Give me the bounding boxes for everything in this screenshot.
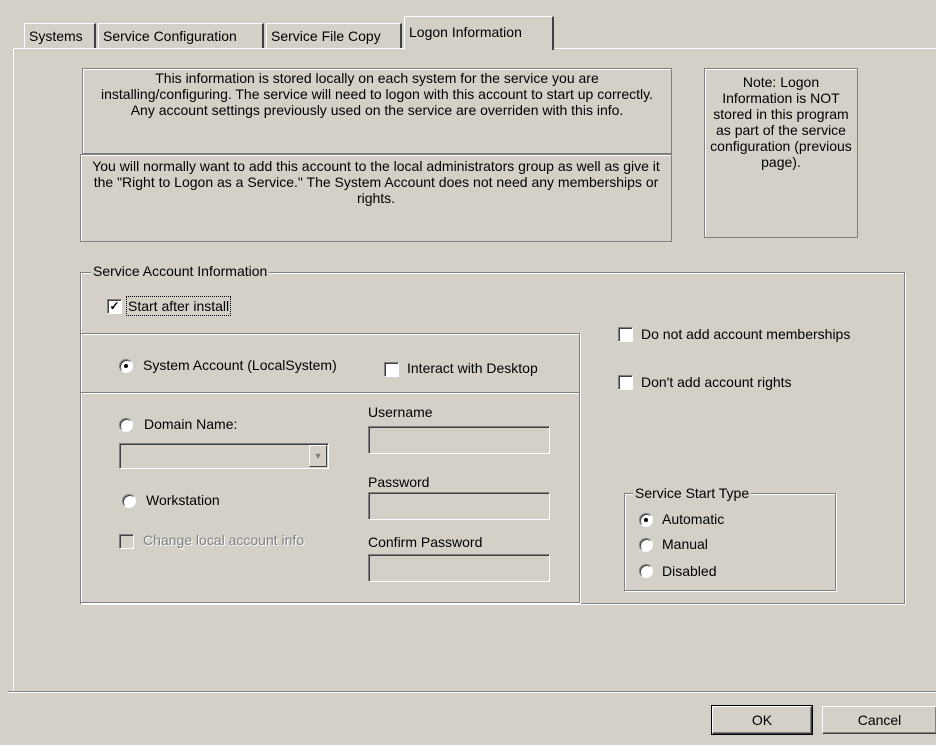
info-admin-group-text: You will normally want to add this accou… (92, 158, 660, 206)
start-type-automatic-radio[interactable] (639, 513, 653, 527)
start-after-install-label[interactable]: Start after install (125, 296, 232, 316)
bottom-separator (8, 691, 936, 693)
domain-name-dropdown[interactable]: ▼ (119, 443, 329, 469)
no-rights-label[interactable]: Don't add account rights (641, 374, 792, 390)
start-type-automatic-label[interactable]: Automatic (662, 511, 724, 527)
confirm-password-field[interactable] (368, 554, 550, 582)
cancel-button[interactable]: Cancel (822, 706, 936, 734)
tab-service-file-copy[interactable]: Service File Copy (266, 23, 402, 49)
domain-name-radio[interactable] (119, 418, 133, 432)
info-admin-group: You will normally want to add this accou… (80, 154, 672, 242)
tab-logon-information[interactable]: Logon Information (404, 16, 554, 50)
interact-desktop-label[interactable]: Interact with Desktop (407, 360, 538, 376)
change-local-checkbox[interactable] (119, 534, 134, 549)
no-rights-checkbox[interactable] (618, 375, 633, 390)
start-type-group (624, 493, 836, 591)
workstation-radio[interactable] (122, 494, 136, 508)
system-account-radio[interactable] (119, 359, 133, 373)
system-account-label[interactable]: System Account (LocalSystem) (143, 357, 337, 373)
info-stored-locally-text: This information is stored locally on ea… (101, 70, 653, 118)
password-field[interactable] (368, 492, 550, 520)
start-type-legend: Service Start Type (633, 485, 752, 501)
logon-note-text: Note: Logon Information is NOT stored in… (710, 74, 852, 170)
interact-desktop-checkbox[interactable] (384, 362, 399, 377)
tab-service-configuration[interactable]: Service Configuration (98, 23, 264, 49)
start-type-disabled-label[interactable]: Disabled (662, 563, 716, 579)
username-label: Username (368, 404, 433, 420)
start-type-disabled-radio[interactable] (639, 564, 653, 578)
service-account-legend: Service Account Information (91, 263, 270, 279)
radio-dot (124, 364, 128, 368)
ok-button[interactable]: OK (711, 705, 813, 735)
info-stored-locally: This information is stored locally on ea… (82, 68, 672, 154)
password-label: Password (368, 474, 430, 490)
no-memberships-label[interactable]: Do not add account memberships (641, 326, 850, 342)
change-local-label: Change local account info (143, 532, 305, 548)
confirm-password-label: Confirm Password (368, 534, 483, 550)
start-type-manual-radio[interactable] (639, 538, 653, 552)
start-after-install-checkbox[interactable]: ✓ (107, 299, 122, 314)
username-field[interactable] (368, 426, 550, 454)
logon-note: Note: Logon Information is NOT stored in… (704, 68, 858, 238)
radio-dot (644, 518, 648, 522)
account-frame-divider (81, 392, 579, 394)
start-type-manual-label[interactable]: Manual (662, 536, 708, 552)
workstation-label[interactable]: Workstation (146, 492, 220, 508)
tab-systems[interactable]: Systems (24, 23, 96, 49)
check-icon: ✓ (109, 299, 120, 313)
chevron-down-icon[interactable]: ▼ (309, 445, 327, 467)
domain-name-label[interactable]: Domain Name: (144, 416, 237, 432)
no-memberships-checkbox[interactable] (618, 327, 633, 342)
